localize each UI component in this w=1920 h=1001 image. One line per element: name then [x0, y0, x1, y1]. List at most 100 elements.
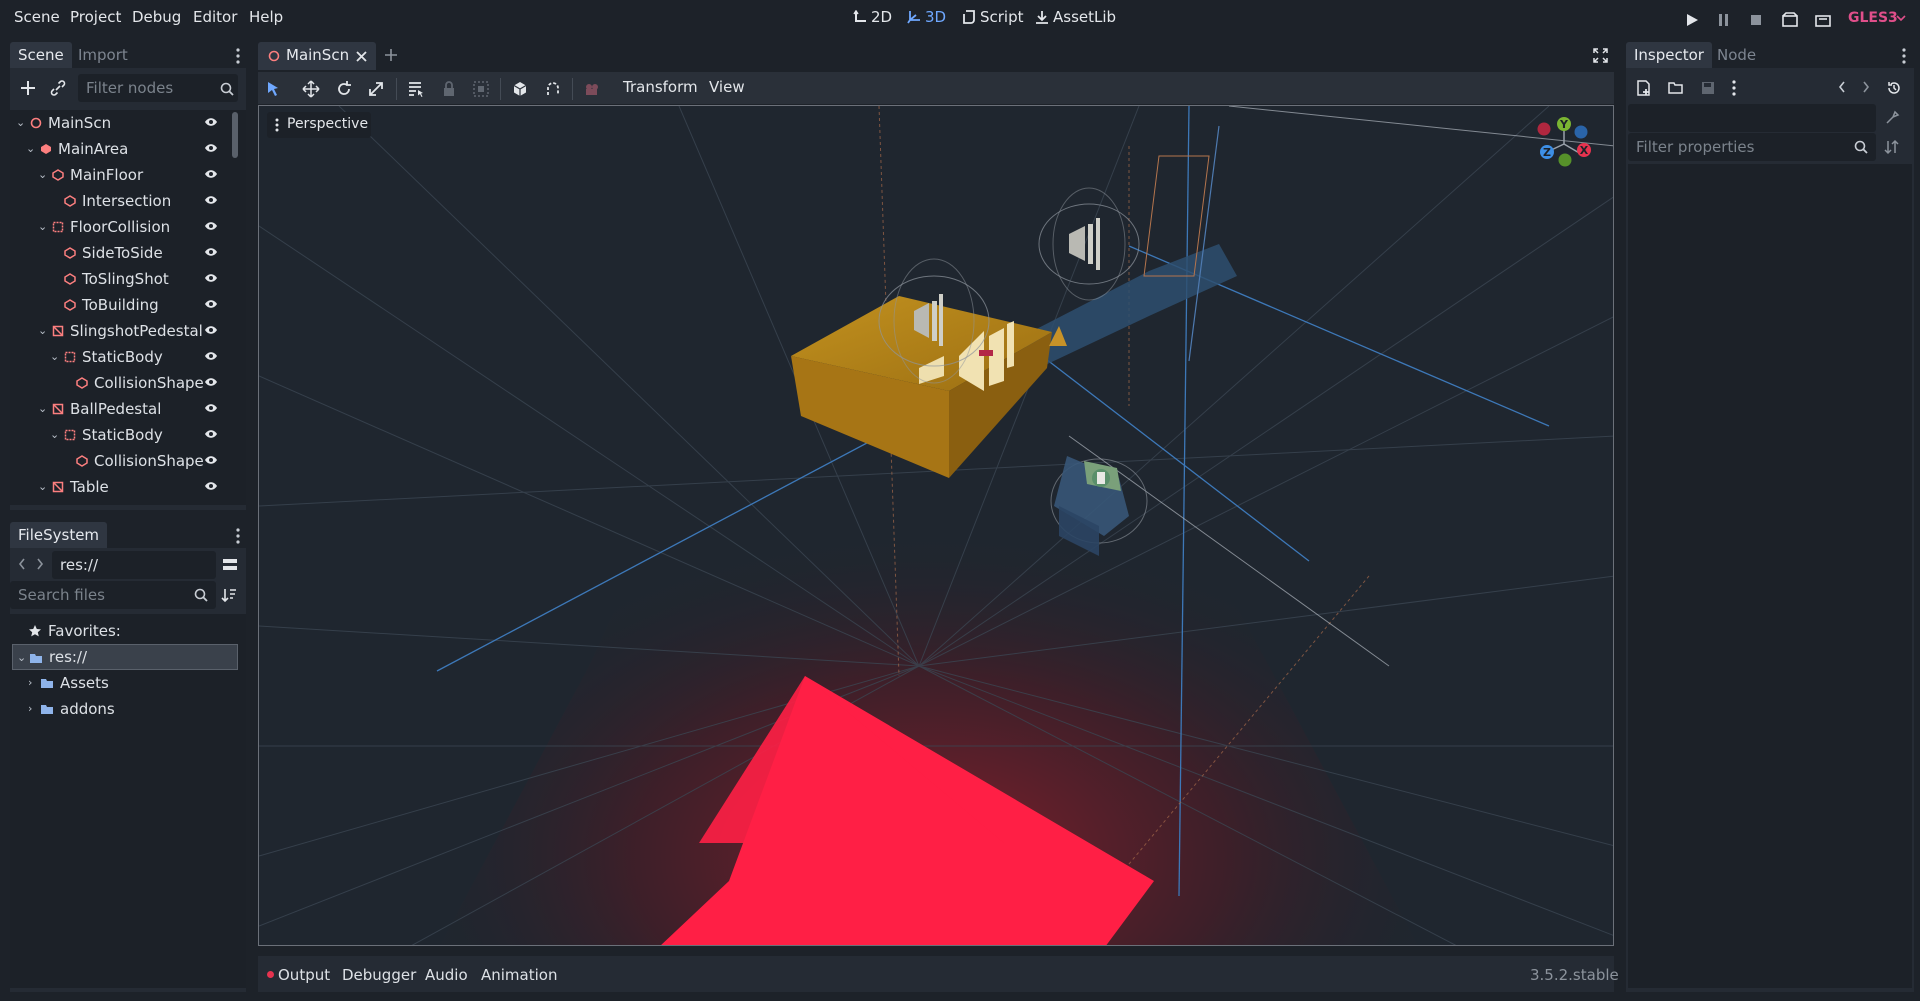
open-folder-icon[interactable] — [1668, 80, 1684, 96]
audio-tab[interactable]: Audio — [425, 966, 468, 984]
file-row-res[interactable]: ⌄ res:// — [12, 644, 238, 670]
visibility-eye-icon[interactable] — [204, 377, 218, 387]
visibility-eye-icon[interactable] — [204, 247, 218, 257]
workspace-script-button[interactable]: Script — [962, 8, 1024, 26]
object-selector[interactable] — [1628, 104, 1876, 132]
sort-icon[interactable] — [221, 587, 237, 603]
pause-icon[interactable] — [1717, 13, 1731, 27]
visibility-eye-icon[interactable] — [204, 403, 218, 413]
tree-row-staticbody-2[interactable]: ⌄ StaticBody — [10, 422, 230, 448]
forward-icon[interactable] — [36, 558, 44, 570]
menu-editor[interactable]: Editor — [193, 8, 237, 26]
tree-row-collisionshape-1[interactable]: CollisionShape — [10, 370, 230, 396]
visibility-eye-icon[interactable] — [204, 117, 218, 127]
view-menu[interactable]: View — [709, 78, 745, 96]
tree-row-tobuilding[interactable]: ToBuilding — [10, 292, 230, 318]
tree-row-floorcollision[interactable]: ⌄ FloorCollision — [10, 214, 230, 240]
link-icon[interactable] — [50, 80, 66, 96]
object-properties-icon[interactable] — [1884, 110, 1900, 126]
viewport-3d[interactable]: Perspective Y Z X — [258, 105, 1614, 946]
tab-inspector[interactable]: Inspector — [1626, 42, 1712, 68]
path-input[interactable]: res:// — [52, 551, 216, 579]
menu-debug[interactable]: Debug — [132, 8, 181, 26]
stop-icon[interactable] — [1749, 13, 1763, 27]
move-tool-icon[interactable] — [302, 80, 320, 98]
visibility-eye-icon[interactable] — [204, 221, 218, 231]
back-icon[interactable] — [18, 558, 26, 570]
scale-tool-icon[interactable] — [367, 80, 385, 98]
visibility-eye-icon[interactable] — [204, 351, 218, 361]
visibility-eye-icon[interactable] — [204, 455, 218, 465]
add-tab-icon[interactable] — [384, 48, 398, 62]
renderer-select[interactable]: GLES3 — [1848, 10, 1898, 26]
visibility-eye-icon[interactable] — [204, 195, 218, 205]
more-vertical-icon[interactable] — [1732, 80, 1736, 96]
tab-node[interactable]: Node — [1709, 42, 1764, 68]
visibility-eye-icon[interactable] — [204, 169, 218, 179]
list-select-icon[interactable] — [407, 80, 425, 98]
tree-row-ballpedestal[interactable]: ⌄ BallPedestal — [10, 396, 230, 422]
menu-help[interactable]: Help — [249, 8, 283, 26]
perspective-button[interactable]: Perspective — [267, 112, 371, 138]
tree-row-mainarea[interactable]: ⌄ MainArea — [10, 136, 230, 162]
visibility-eye-icon[interactable] — [204, 273, 218, 283]
local-space-icon[interactable] — [511, 80, 529, 98]
tree-row-mainfloor[interactable]: ⌄ MainFloor — [10, 162, 230, 188]
tree-row-collisionshape-2[interactable]: CollisionShape — [10, 448, 230, 474]
transform-menu[interactable]: Transform — [623, 78, 698, 96]
camera-preview-icon[interactable] — [583, 80, 601, 98]
history-forward-icon[interactable] — [1862, 81, 1870, 93]
more-vertical-icon[interactable] — [236, 528, 240, 544]
debugger-tab[interactable]: Debugger — [342, 966, 416, 984]
search-files-input[interactable]: Search files — [10, 581, 216, 609]
visibility-eye-icon[interactable] — [204, 429, 218, 439]
history-back-icon[interactable] — [1838, 81, 1846, 93]
play-scene-icon[interactable] — [1782, 12, 1798, 28]
save-icon[interactable] — [1700, 80, 1716, 96]
close-icon[interactable] — [356, 51, 367, 62]
workspace-2d-button[interactable]: 2D — [853, 8, 892, 26]
orientation-gizmo[interactable]: Y Z X — [1529, 114, 1599, 174]
visibility-eye-icon[interactable] — [204, 481, 218, 491]
filter-properties-input[interactable]: Filter properties — [1628, 133, 1876, 161]
distraction-free-icon[interactable] — [1593, 48, 1608, 63]
tree-row-slingshotpedestal[interactable]: ⌄ SlingshotPedestal — [10, 318, 230, 344]
workspace-3d-button[interactable]: 3D — [907, 8, 946, 26]
workspace-assetlib-button[interactable]: AssetLib — [1035, 8, 1116, 26]
snap-icon[interactable] — [544, 80, 562, 98]
file-row-assets[interactable]: › Assets — [10, 670, 230, 696]
tree-row-intersection[interactable]: Intersection — [10, 188, 230, 214]
tree-row-staticbody-1[interactable]: ⌄ StaticBody — [10, 344, 230, 370]
rotate-tool-icon[interactable] — [335, 80, 353, 98]
add-node-icon[interactable] — [20, 80, 36, 96]
tree-row-table[interactable]: ⌄ Table — [10, 474, 230, 500]
menu-project[interactable]: Project — [70, 8, 121, 26]
history-icon[interactable] — [1886, 80, 1902, 96]
chevron-down-icon[interactable] — [1896, 15, 1906, 23]
tab-filesystem[interactable]: FileSystem — [10, 522, 108, 548]
split-view-icon[interactable] — [222, 557, 238, 573]
play-custom-scene-icon[interactable] — [1815, 12, 1831, 28]
select-tool-icon[interactable] — [264, 80, 282, 98]
new-resource-icon[interactable] — [1636, 80, 1652, 96]
filter-nodes-input[interactable]: Filter nodes — [78, 74, 238, 102]
more-vertical-icon[interactable] — [236, 48, 240, 64]
tree-scrollbar[interactable] — [232, 112, 238, 158]
visibility-eye-icon[interactable] — [204, 143, 218, 153]
scene-tab[interactable]: MainScn — [258, 42, 376, 70]
more-vertical-icon[interactable] — [1902, 48, 1906, 64]
property-options-icon[interactable] — [1884, 139, 1900, 155]
tree-row-sidetoside[interactable]: SideToSide — [10, 240, 230, 266]
visibility-eye-icon[interactable] — [204, 325, 218, 335]
animation-tab[interactable]: Animation — [481, 966, 557, 984]
visibility-eye-icon[interactable] — [204, 299, 218, 309]
menu-scene[interactable]: Scene — [14, 8, 60, 26]
play-icon[interactable] — [1685, 13, 1699, 27]
group-icon[interactable] — [472, 80, 490, 98]
favorites-row[interactable]: Favorites: — [10, 618, 230, 644]
tree-row-mainscn[interactable]: ⌄ MainScn — [10, 110, 230, 136]
output-tab[interactable]: Output — [278, 966, 330, 984]
lock-icon[interactable] — [440, 80, 458, 98]
tab-scene[interactable]: Scene — [10, 42, 72, 68]
tree-row-toslingshot[interactable]: ToSlingShot — [10, 266, 230, 292]
